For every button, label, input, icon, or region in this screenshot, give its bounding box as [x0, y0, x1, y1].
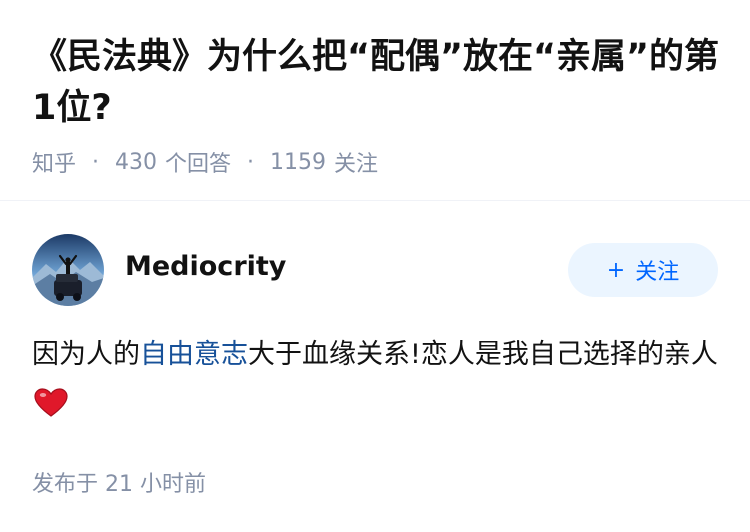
keyword-link[interactable]: 自由意志 — [140, 339, 248, 370]
follower-count: 1159 — [270, 149, 327, 175]
answer-card: Mediocrity + 关注 因为人的自由意志大于血缘关系!恋人是我自己选择的… — [32, 234, 718, 434]
author-name[interactable]: Mediocrity — [125, 251, 286, 282]
answer-count: 430 — [115, 149, 158, 175]
author-row: Mediocrity + 关注 — [32, 234, 718, 306]
heart-icon — [34, 385, 68, 434]
source-label[interactable]: 知乎 — [32, 146, 76, 178]
follow-button-label: 关注 — [635, 260, 680, 285]
follower-count-label: 关注 — [334, 152, 379, 177]
meta-separator: · — [92, 149, 100, 175]
follow-button[interactable]: + 关注 — [568, 243, 718, 297]
question-title[interactable]: 《民法典》为什么把“配偶”放在“亲属”的第1位? — [32, 32, 722, 134]
answer-content[interactable]: 因为人的自由意志大于血缘关系!恋人是我自己选择的亲人 — [32, 330, 718, 434]
question-header: 《民法典》为什么把“配偶”放在“亲属”的第1位? 知乎 · 430 个回答 · … — [0, 0, 750, 178]
avatar[interactable] — [32, 234, 104, 306]
answer-page: 《民法典》为什么把“配偶”放在“亲属”的第1位? 知乎 · 430 个回答 · … — [0, 0, 750, 532]
publish-time: 发布于 21 小时前 — [32, 472, 206, 497]
content-text: 因为人的 — [32, 339, 140, 370]
content-text: 大于血缘关系!恋人是我自己选择的亲人 — [248, 339, 718, 370]
answer-count-label: 个回答 — [165, 152, 232, 177]
question-meta: 知乎 · 430 个回答 · 1159 关注 — [32, 146, 718, 178]
divider — [0, 200, 750, 201]
plus-icon: + — [606, 257, 626, 283]
mountain-jeep-avatar — [32, 234, 104, 306]
meta-separator: · — [247, 149, 255, 175]
